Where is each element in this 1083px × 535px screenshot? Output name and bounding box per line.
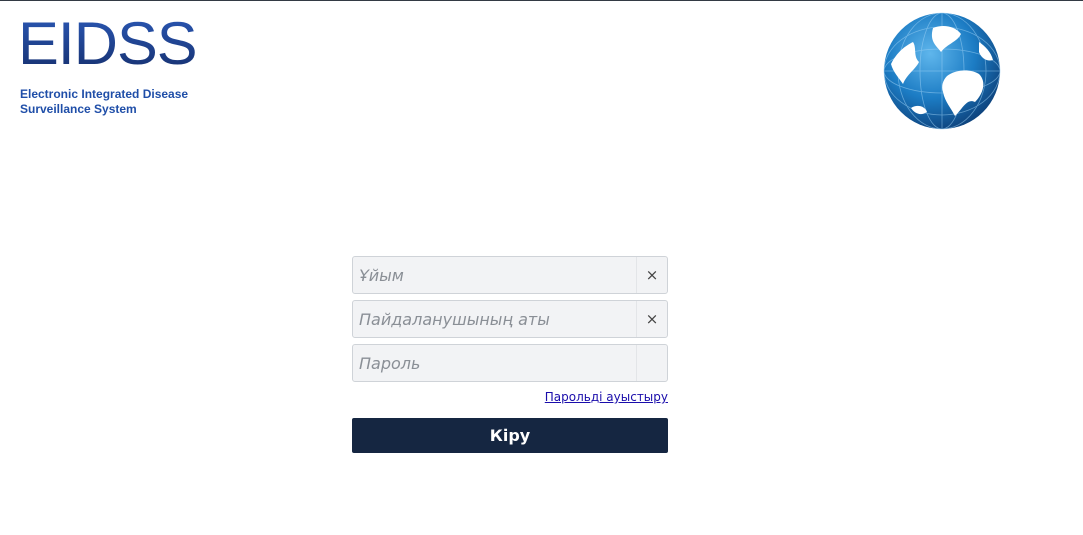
password-field: [352, 344, 668, 382]
username-field: ×: [352, 300, 668, 338]
change-password-row: Парольді ауыстыру: [352, 388, 668, 404]
login-form: × × Парольді ауыстыру Кіру: [352, 256, 668, 453]
password-input[interactable]: [353, 345, 637, 381]
brand-subtitle-line1: Electronic Integrated Disease: [20, 87, 189, 101]
password-addon: [637, 345, 667, 381]
clear-organization-icon[interactable]: ×: [637, 257, 667, 293]
brand: EIDSS Electronic Integrated Disease Surv…: [18, 14, 198, 117]
change-password-link[interactable]: Парольді ауыстыру: [545, 390, 668, 404]
login-button[interactable]: Кіру: [352, 418, 668, 453]
organization-field: ×: [352, 256, 668, 294]
brand-subtitle-line2: Surveillance System: [20, 102, 137, 116]
clear-username-icon[interactable]: ×: [637, 301, 667, 337]
globe-icon: [883, 12, 1001, 130]
login-page: EIDSS Electronic Integrated Disease Surv…: [0, 0, 1083, 535]
organization-input[interactable]: [353, 257, 637, 293]
username-input[interactable]: [353, 301, 637, 337]
eidss-logo: EIDSS: [18, 10, 198, 77]
brand-subtitle: Electronic Integrated Disease Surveillan…: [20, 87, 193, 117]
